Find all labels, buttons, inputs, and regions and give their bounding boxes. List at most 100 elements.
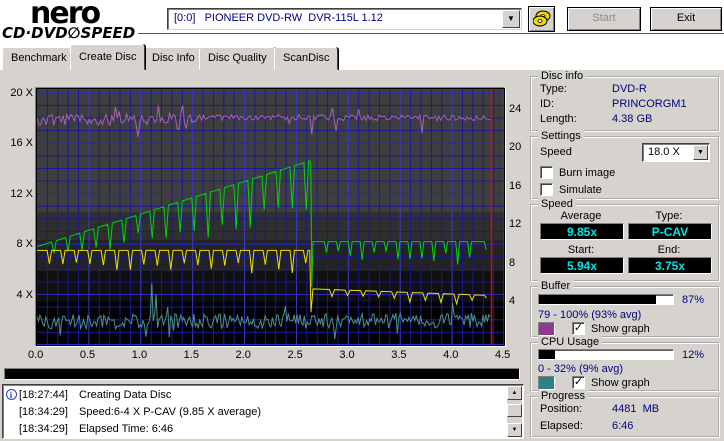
axis-tick-label: 20 — [509, 141, 522, 154]
tab-row: Benchmark Create Disc Disc Info Disc Qualit… — [0, 44, 724, 70]
disc-info-title: Disc info — [538, 70, 587, 82]
buffer-panel: Buffer 87% 79 - 100% (93% avg) ✓ Show gra… — [530, 280, 720, 338]
checkbox[interactable]: ✓ — [572, 322, 585, 335]
axis-tick-label: 0.5 — [79, 349, 96, 361]
cpu-percent: 12% — [682, 349, 705, 361]
checkbox[interactable] — [540, 183, 553, 196]
buffer-bar-fill — [539, 295, 656, 304]
disc-info-label: Length: — [540, 113, 577, 125]
settings-panel: Settings Speed 18.0 X ▼ Burn image Simula… — [530, 130, 720, 200]
speed-select[interactable]: 18.0 X ▼ — [642, 143, 710, 162]
cpu-usage-title: CPU Usage — [538, 336, 603, 348]
axis-tick-label: 2.0 — [235, 349, 251, 361]
chevron-down-icon[interactable]: ▼ — [502, 10, 520, 28]
progress-panel: Progress Position: 4481 MB Elapsed: 6:46 — [530, 390, 720, 438]
log-entry: [18:34:29] Speed:6-4 X P-CAV (9.85 X aver… — [3, 404, 523, 419]
tab-scandisc[interactable]: ScanDisc — [274, 47, 339, 70]
speed-cell-value: 9.85x — [540, 223, 624, 240]
buffer-color-swatch — [538, 322, 555, 336]
elapsed-value: 6:46 — [612, 420, 634, 432]
log-entry: i [18:27:44] Creating Data Disc — [3, 387, 523, 402]
log-entry: [18:34:29] Elapsed Time: 6:46 — [3, 421, 523, 436]
disc-info-value: PRINCORGM1 — [612, 98, 687, 110]
axis-tick-label: 3.0 — [339, 349, 355, 361]
axis-tick-label: 12 X — [10, 187, 33, 200]
exit-button[interactable]: Exit — [650, 7, 722, 31]
cpu-show-graph[interactable]: ✓ Show graph — [572, 376, 650, 389]
burn-progress-fill — [5, 369, 519, 379]
speed-cell-label: End: — [657, 244, 681, 256]
tab-create-disc[interactable]: Create Disc — [70, 44, 146, 70]
log-text: Speed:6-4 X P-CAV (9.85 X average) — [79, 405, 262, 418]
disc-info-value: DVD-R — [612, 83, 647, 95]
speed-select-value: 18.0 X — [648, 146, 680, 158]
speed-cell-label: Average — [560, 210, 602, 222]
checkbox[interactable] — [540, 166, 553, 179]
speed-cell-label: Start: — [567, 244, 595, 256]
speed-cell-value: 3.75x — [628, 257, 712, 274]
show-graph-label: Show graph — [591, 376, 650, 389]
scroll-up-button[interactable]: ▲ — [507, 386, 522, 400]
speed-panel: Speed Average 9.85x Type: P-CAV Start: 5.94x E… — [530, 198, 720, 282]
nero-cd-dvd-speed-window: nero CD·DVD∅SPEED [0:0] PIONEER DVD-RW D… — [0, 0, 724, 441]
eject-disc-button[interactable] — [528, 6, 555, 32]
checkbox[interactable]: ✓ — [572, 376, 585, 389]
buffer-show-graph[interactable]: ✓ Show graph — [572, 322, 650, 335]
start-button[interactable]: Start — [567, 7, 641, 31]
position-value: 4481 MB — [612, 403, 660, 415]
burn-progress-bar — [4, 368, 520, 380]
speed-label: Speed — [540, 146, 572, 158]
axis-tick-label: 16 — [509, 179, 522, 192]
drive-select-value: [0:0] PIONEER DVD-RW DVR-115L 1.12 — [174, 12, 383, 24]
setting-simulate[interactable]: Simulate — [540, 183, 602, 196]
disc-info-label: Type: — [540, 83, 567, 95]
axis-tick-label: 24 — [509, 102, 522, 115]
axis-tick-label: 4 — [509, 295, 516, 308]
axis-tick-label: 3.5 — [391, 349, 407, 361]
drive-select[interactable]: [0:0] PIONEER DVD-RW DVR-115L 1.12 ▼ — [167, 8, 522, 30]
settings-title: Settings — [538, 130, 584, 142]
disc-info-value: 4.38 GB — [612, 113, 653, 125]
disc-info-panel: Disc info Type: DVD-R ID: PRINCORGM1 Length:… — [530, 70, 720, 132]
log-time: [18:27:44] — [19, 388, 68, 401]
axis-tick-label: 1.0 — [131, 349, 148, 361]
log-text: Creating Data Disc — [79, 388, 172, 401]
speed-cell-label: Type: — [655, 210, 683, 222]
buffer-percent: 87% — [682, 294, 705, 306]
chevron-down-icon[interactable]: ▼ — [693, 145, 708, 160]
axis-tick-label: 1.5 — [183, 349, 199, 361]
cpu-bar — [538, 349, 674, 360]
buffer-range: 79 - 100% (93% avg) — [538, 309, 642, 321]
info-icon: i — [5, 388, 17, 400]
scroll-down-button[interactable]: ▼ — [507, 423, 522, 437]
speed-panel-title: Speed — [538, 198, 576, 210]
position-label: Position: — [540, 403, 583, 415]
tab-disc-quality[interactable]: Disc Quality — [199, 47, 276, 70]
log-time: [18:34:29] — [19, 422, 68, 435]
progress-title: Progress — [538, 390, 589, 402]
buffer-bar — [538, 294, 674, 305]
axis-tick-label: 4 X — [16, 288, 33, 301]
disc-info-label: ID: — [540, 98, 555, 110]
tab-benchmark[interactable]: Benchmark — [2, 47, 76, 70]
axis-tick-label: 0.0 — [28, 349, 44, 361]
speed-graph: 20 X 16 X 12 X 8 X 4 X 24 20 16 12 8 4 0.0 0.5 1.0 1… — [10, 87, 521, 361]
tab-disc-info[interactable]: Disc Info — [143, 47, 204, 70]
tab-page-create-disc: 20 X 16 X 12 X 8 X 4 X 24 20 16 12 8 4 0.0 0.5 1.0 1… — [0, 70, 724, 441]
show-graph-label: Show graph — [591, 322, 650, 335]
axis-tick-label: 4.0 — [443, 349, 459, 361]
cpu-bar-fill — [539, 350, 556, 359]
scroll-thumb[interactable] — [507, 404, 522, 417]
setting-burn-image[interactable]: Burn image — [540, 166, 615, 179]
cpu-color-swatch — [538, 376, 555, 390]
axis-tick-label: 16 X — [10, 137, 33, 150]
checkbox-label: Simulate — [559, 183, 602, 196]
axis-tick-label: 8 X — [16, 238, 33, 251]
axis-tick-label: 4.5 — [495, 349, 511, 361]
axis-tick-label: 12 — [509, 218, 522, 231]
axis-tick-label: 20 X — [10, 86, 33, 99]
log-scrollbar[interactable]: ▲ ▼ — [507, 386, 522, 437]
speed-cell-value: P-CAV — [628, 223, 712, 240]
disc-stack-icon — [532, 10, 551, 30]
checkbox-label: Burn image — [559, 166, 616, 179]
